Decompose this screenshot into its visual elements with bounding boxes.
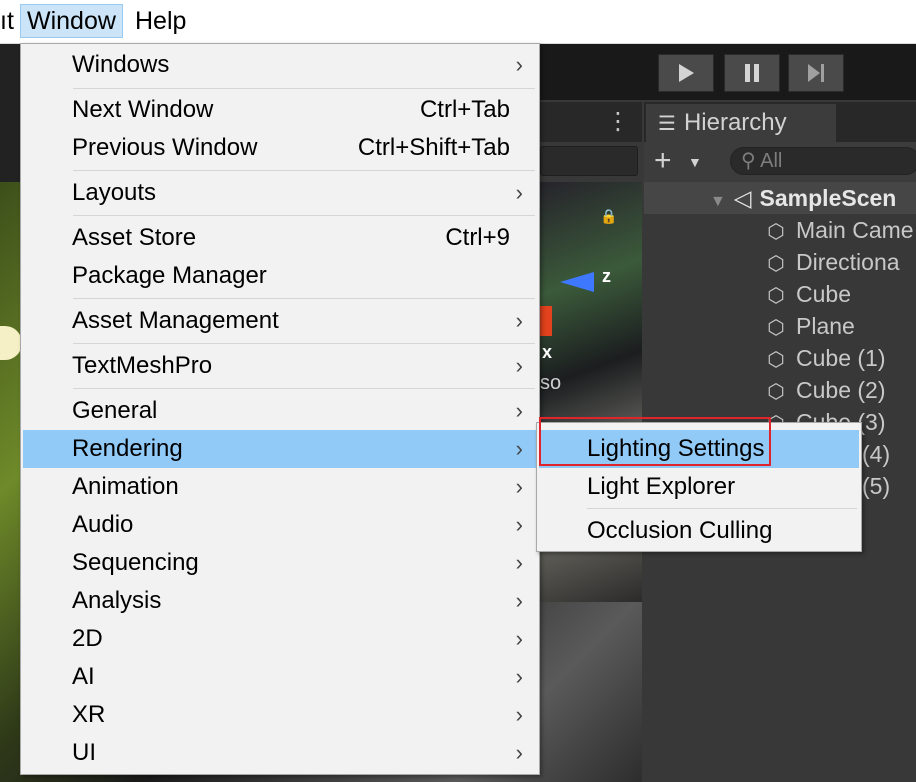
chevron-right-icon: › bbox=[515, 436, 523, 461]
chevron-right-icon: › bbox=[515, 308, 523, 333]
cube-icon: ⬡ bbox=[767, 285, 785, 307]
gizmo-z-cone[interactable] bbox=[560, 272, 594, 292]
menu-bar: ıt Window Help bbox=[0, 0, 916, 44]
menu-item-asset-management[interactable]: Asset Management › bbox=[23, 302, 537, 340]
hierarchy-item[interactable]: ⬡ Cube (2) bbox=[764, 374, 885, 406]
expand-arrow-icon[interactable]: ▼ bbox=[710, 193, 726, 210]
hierarchy-item-label: Cube bbox=[796, 281, 851, 307]
menu-item-sequencing[interactable]: Sequencing › bbox=[23, 544, 537, 582]
unity-logo-icon: ◁ bbox=[733, 185, 752, 211]
window-menu-dropdown: Windows › Next Window Ctrl+Tab Previous Wi… bbox=[20, 43, 540, 775]
chevron-down-icon[interactable]: ▼ bbox=[688, 142, 702, 182]
hierarchy-tab-label: Hierarchy bbox=[683, 109, 787, 136]
chevron-right-icon: › bbox=[515, 664, 523, 689]
hierarchy-item[interactable]: ⬡ Cube (1) bbox=[764, 342, 885, 374]
menu-separator bbox=[73, 88, 535, 89]
cube-icon: ⬡ bbox=[767, 349, 785, 371]
cube-icon: ⬡ bbox=[767, 221, 785, 243]
hierarchy-item[interactable]: (5) bbox=[862, 470, 890, 502]
submenu-item-light-explorer[interactable]: Light Explorer bbox=[539, 468, 859, 506]
chevron-right-icon: › bbox=[515, 512, 523, 537]
gizmo-z-label: z bbox=[602, 266, 611, 286]
chevron-right-icon: › bbox=[515, 702, 523, 727]
tab-hierarchy[interactable]: ☰ Hierarchy bbox=[646, 104, 836, 142]
menu-separator bbox=[73, 343, 535, 344]
cube-icon: ⬡ bbox=[767, 253, 785, 275]
menu-item-xr[interactable]: XR › bbox=[23, 696, 537, 734]
add-icon[interactable]: + bbox=[654, 142, 672, 180]
cube-icon: ⬡ bbox=[767, 381, 785, 403]
pause-button[interactable] bbox=[724, 54, 780, 92]
hierarchy-item-label: Directiona bbox=[796, 249, 900, 275]
menu-item-layouts[interactable]: Layouts › bbox=[23, 174, 537, 212]
pause-icon bbox=[745, 64, 759, 82]
menu-item-windows[interactable]: Windows › bbox=[23, 46, 537, 84]
menu-separator bbox=[587, 508, 857, 509]
chevron-right-icon: › bbox=[515, 52, 523, 77]
hierarchy-item-label: Main Came bbox=[796, 217, 914, 243]
menu-item-2d[interactable]: 2D › bbox=[23, 620, 537, 658]
hierarchy-item[interactable]: ⬡ Directiona bbox=[764, 246, 900, 278]
hierarchy-item-label: (4) bbox=[862, 441, 891, 467]
hierarchy-item[interactable]: ⬡ Cube bbox=[764, 278, 851, 310]
menu-item-ui[interactable]: UI › bbox=[23, 734, 537, 772]
hierarchy-item[interactable]: ⬡ Main Came bbox=[764, 214, 914, 246]
chevron-right-icon: › bbox=[515, 180, 523, 205]
hierarchy-search-input[interactable]: ⚲ All bbox=[730, 147, 916, 175]
search-placeholder: All bbox=[760, 150, 783, 172]
annotation-highlight-box bbox=[539, 417, 771, 466]
chevron-right-icon: › bbox=[515, 474, 523, 499]
chevron-right-icon: › bbox=[515, 626, 523, 651]
menu-window[interactable]: Window bbox=[20, 4, 123, 38]
more-options-icon[interactable]: ⋮ bbox=[606, 106, 630, 138]
menu-item-previous-window[interactable]: Previous Window Ctrl+Shift+Tab bbox=[23, 129, 537, 167]
menu-item-rendering[interactable]: Rendering › bbox=[23, 430, 537, 468]
hierarchy-item[interactable]: ⬡ Plane bbox=[764, 310, 855, 342]
hierarchy-item[interactable]: (4) bbox=[862, 438, 890, 470]
play-icon bbox=[679, 64, 694, 82]
menu-prev-item[interactable]: ıt bbox=[0, 4, 20, 38]
hierarchy-item-label: Plane bbox=[796, 313, 855, 339]
menu-item-animation[interactable]: Animation › bbox=[23, 468, 537, 506]
play-button[interactable] bbox=[658, 54, 714, 92]
menu-separator bbox=[73, 215, 535, 216]
menu-item-textmeshpro[interactable]: TextMeshPro › bbox=[23, 347, 537, 385]
menu-item-audio[interactable]: Audio › bbox=[23, 506, 537, 544]
menu-separator bbox=[73, 170, 535, 171]
menu-item-asset-store[interactable]: Asset Store Ctrl+9 bbox=[23, 219, 537, 257]
hierarchy-item-label: Cube (1) bbox=[796, 345, 886, 371]
menu-separator bbox=[73, 298, 535, 299]
chevron-right-icon: › bbox=[515, 353, 523, 378]
scene-label: SampleScen bbox=[759, 185, 897, 211]
submenu-item-occlusion-culling[interactable]: Occlusion Culling bbox=[539, 512, 859, 550]
step-button[interactable] bbox=[788, 54, 844, 92]
chevron-right-icon: › bbox=[515, 588, 523, 613]
lock-icon[interactable]: 🔒 bbox=[600, 208, 617, 225]
menu-item-ai[interactable]: AI › bbox=[23, 658, 537, 696]
chevron-right-icon: › bbox=[515, 550, 523, 575]
scene-root[interactable]: ▼ ◁ SampleScen bbox=[710, 182, 896, 214]
gizmo-x-cone[interactable] bbox=[540, 306, 552, 336]
projection-label[interactable]: so bbox=[540, 372, 561, 395]
list-icon: ☰ bbox=[658, 113, 676, 135]
menu-item-general[interactable]: General › bbox=[23, 392, 537, 430]
hierarchy-item-label: Cube (2) bbox=[796, 377, 886, 403]
menu-help[interactable]: Help bbox=[129, 4, 192, 38]
menu-separator bbox=[73, 388, 535, 389]
gizmo-x-label: x bbox=[542, 342, 553, 362]
chevron-right-icon: › bbox=[515, 398, 523, 423]
search-icon: ⚲ bbox=[741, 150, 756, 172]
hierarchy-item-label: (5) bbox=[862, 473, 891, 499]
menu-item-analysis[interactable]: Analysis › bbox=[23, 582, 537, 620]
cube-icon: ⬡ bbox=[767, 317, 785, 339]
menu-item-next-window[interactable]: Next Window Ctrl+Tab bbox=[23, 91, 537, 129]
scene-search-field[interactable] bbox=[540, 146, 638, 176]
menu-item-package-manager[interactable]: Package Manager bbox=[23, 257, 537, 295]
step-icon bbox=[808, 64, 824, 82]
chevron-right-icon: › bbox=[515, 740, 523, 765]
